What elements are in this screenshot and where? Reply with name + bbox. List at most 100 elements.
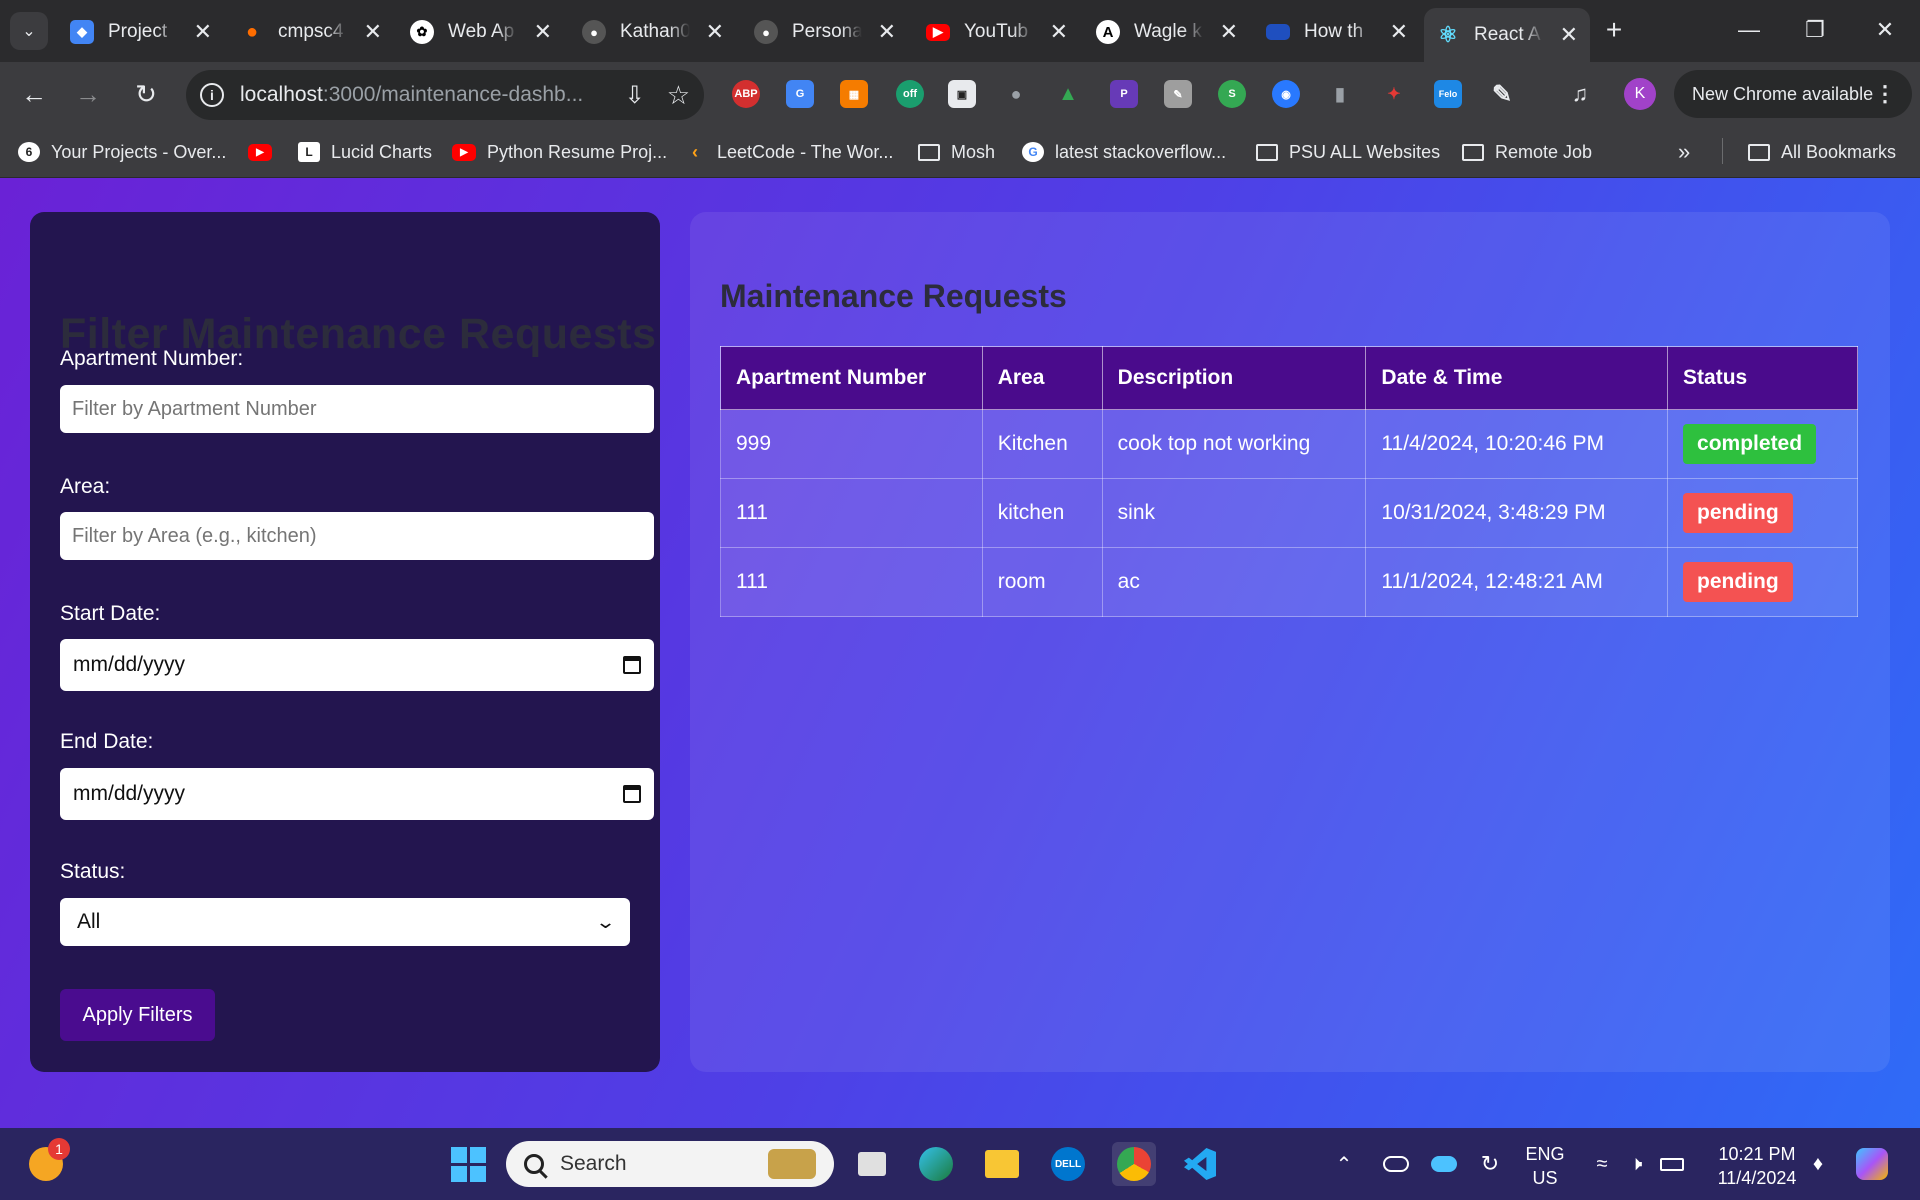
bookmarks-overflow-button[interactable]: » [1678,138,1690,166]
bookmark-label: Python Resume Proj... [487,141,668,162]
tray-overflow-button[interactable]: ⌃ [1322,1142,1366,1186]
dell-app[interactable]: DELL [1046,1142,1090,1186]
bookmark-folder[interactable]: Mosh [918,138,995,166]
calendar-icon[interactable] [623,785,641,803]
extension-icon[interactable]: ◉ [1272,80,1300,108]
media-control-icon[interactable]: ♫ [1566,80,1594,108]
close-icon[interactable]: ✕ [1050,19,1068,45]
s-extension-icon[interactable]: S [1218,80,1246,108]
status-select[interactable]: All ⌄ [60,898,630,946]
extensions-puzzle-icon[interactable]: ✎ [1488,80,1516,108]
sync-tray[interactable]: ↻ [1468,1142,1512,1186]
start-button[interactable] [446,1142,490,1186]
taskbar-search[interactable]: Search [506,1141,834,1187]
bookmark-star-icon[interactable]: ☆ [667,80,690,111]
apply-filters-button[interactable]: Apply Filters [60,989,215,1041]
language-indicator[interactable]: ENG US [1522,1142,1568,1190]
extension-icon[interactable]: ✎ [1164,80,1192,108]
bookmark-item[interactable]: ▶ Python Resume Proj... [452,138,667,166]
picture-in-picture-icon[interactable]: ▣ [948,80,976,108]
profile-avatar[interactable]: K [1624,78,1656,110]
browser-tab[interactable]: ▶ YouTub ✕ [914,10,1080,54]
description-cell: sink [1101,478,1367,548]
address-bar[interactable]: i localhost:3000/maintenance-dashb... ⇩ … [186,70,704,120]
back-button[interactable]: ← [14,74,54,114]
browser-tab-active[interactable]: ⚛ React A ✕ [1424,8,1590,62]
file-explorer-app[interactable] [980,1142,1024,1186]
extension-icon[interactable]: ● [1002,80,1030,108]
edge-app[interactable] [914,1142,958,1186]
battery-tray[interactable] [1650,1142,1694,1186]
toggle-off-icon[interactable]: off [896,80,924,108]
close-icon[interactable]: ✕ [364,19,382,45]
weather-widget[interactable]: 1 [24,1138,70,1186]
close-icon[interactable]: ✕ [1560,22,1578,48]
restore-button[interactable]: ❐ [1790,10,1840,50]
bookmark-folder[interactable]: PSU ALL Websites [1256,138,1440,166]
copilot-button[interactable] [1850,1142,1894,1186]
arrow-right-icon: → [75,78,101,109]
chevron-up-icon: ⌃ [1335,1153,1353,1176]
battery-icon [1660,1157,1684,1171]
kebab-menu-icon[interactable]: ⋮ [1874,81,1896,107]
tab-search-button[interactable]: ⌄ [10,12,48,50]
area-filter-input[interactable] [60,512,654,560]
start-date-input[interactable]: mm/dd/yyyy [60,639,654,691]
update-chrome-button[interactable]: New Chrome available ⋮ [1674,70,1912,118]
install-app-icon[interactable]: ⇩ [625,81,645,110]
bookmark-label: Your Projects - Over... [51,141,227,162]
apartment-filter-input[interactable] [60,385,654,433]
adblock-icon[interactable]: ABP [732,80,760,108]
translate-icon[interactable]: G [786,80,814,108]
bookmark-item[interactable]: 6 Your Projects - Over... [18,138,226,166]
minimize-button[interactable]: — [1724,10,1774,50]
site-info-icon[interactable]: i [200,83,224,107]
browser-tab[interactable]: ● cmpsc4 ✕ [228,10,394,54]
close-icon[interactable]: ✕ [878,19,896,45]
close-icon[interactable]: ✕ [194,19,212,45]
end-date-input[interactable]: mm/dd/yyyy [60,768,654,820]
bookmark-label: LeetCode - The Wor... [717,141,894,162]
bookmark-item[interactable]: ‹ LeetCode - The Wor... [684,138,893,166]
close-icon[interactable]: ✕ [706,19,724,45]
browser-tab[interactable]: ◆ Project ✕ [58,10,224,54]
status-badge: pending [1683,562,1793,602]
browser-tab[interactable]: ● Persona ✕ [742,10,908,54]
close-icon[interactable]: ✕ [534,19,552,45]
extension-icon[interactable]: ▦ [840,80,868,108]
browser-toolbar: ← → ↻ i localhost:3000/maintenance-dashb… [0,62,1920,126]
bookmark-folder[interactable]: Remote Job [1462,138,1592,166]
tree-icon[interactable]: ▲ [1054,80,1082,108]
calendar-icon[interactable] [623,656,641,674]
extension-icon[interactable]: ▮ [1326,80,1354,108]
table-row: 111 kitchen sink 10/31/2024, 3:48:29 PM … [720,478,1858,548]
bookmark-item[interactable]: L Lucid Charts [298,138,432,166]
close-icon: ✕ [1875,17,1895,42]
reload-button[interactable]: ↻ [126,74,166,114]
bookmark-item[interactable]: ▶ [248,138,283,166]
status-badge: completed [1683,424,1817,464]
chrome-app[interactable] [1112,1142,1156,1186]
vscode-app[interactable] [1178,1142,1222,1186]
close-icon[interactable]: ✕ [1220,19,1238,45]
forward-button[interactable]: → [68,74,108,114]
browser-tab[interactable]: ✿ Web Ap ✕ [398,10,564,54]
extension-badge-icon[interactable]: P [1110,80,1138,108]
bookmark-label: Remote Job [1495,141,1593,162]
all-bookmarks-button[interactable]: All Bookmarks [1748,138,1896,166]
notifications-button[interactable]: ♦ [1796,1142,1840,1186]
onedrive-tray[interactable] [1422,1142,1466,1186]
browser-tab[interactable]: ● Kathan0 ✕ [570,10,736,54]
bookmark-item[interactable]: G latest stackoverflow... [1022,138,1226,166]
onedrive-tray[interactable] [1374,1142,1418,1186]
task-view-button[interactable] [850,1142,894,1186]
tab-title: React A [1474,24,1541,45]
new-tab-button[interactable]: + [1596,12,1632,48]
browser-tab[interactable]: How th ✕ [1254,10,1420,54]
extension-icon[interactable]: ✦ [1380,80,1408,108]
close-window-button[interactable]: ✕ [1860,10,1910,50]
felo-icon[interactable]: Felo [1434,80,1462,108]
browser-tab[interactable]: A Wagle k ✕ [1084,10,1250,54]
close-icon[interactable]: ✕ [1390,19,1408,45]
search-highlight-icon [768,1149,816,1179]
